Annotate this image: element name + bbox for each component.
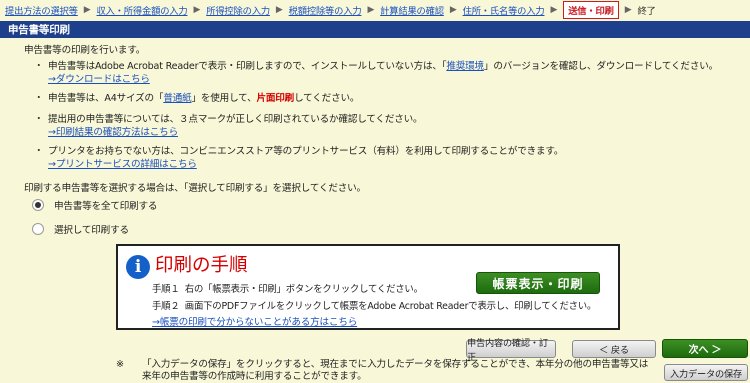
step-label: 手順２ (152, 301, 180, 312)
save-footnote: ※ 「入力データの保存」をクリックすると、現在までに入力したデータを保存すること… (116, 359, 656, 383)
breadcrumb-link-income-deduction[interactable]: 所得控除の入力 (206, 3, 270, 17)
radio-button-checked[interactable] (32, 199, 44, 211)
download-link[interactable]: →ダウンロードはこちら (48, 74, 150, 85)
breadcrumb-separator: ▶ (550, 5, 558, 15)
breadcrumb-separator: ▶ (449, 5, 457, 15)
print-check-link[interactable]: →印刷結果の確認方法はこちら (48, 127, 178, 138)
breadcrumb-separator: ▶ (624, 5, 632, 15)
breadcrumb-separator: ▶ (275, 5, 283, 15)
radio-label[interactable]: 選択して印刷する (54, 222, 129, 236)
bullet-text: 申告書等はAdobe Acrobat Readerで表示・印刷しますので、インス… (48, 61, 447, 72)
bullet-text: 申告書等は、A4サイズの「 (48, 93, 164, 104)
step-text: 右の「帳票表示・印刷」ボタンをクリックしてください。 (184, 284, 423, 295)
print-procedure-panel: i 印刷の手順 手順１ 右の「帳票表示・印刷」ボタンをクリックしてください。 手… (116, 244, 620, 330)
plain-paper-link[interactable]: 普通紙 (163, 93, 191, 104)
confirm-correct-button[interactable]: 申告内容の確認・訂正 (466, 338, 556, 363)
breadcrumb-separator: ▶ (83, 5, 91, 15)
page-title: 申告書等印刷 (0, 21, 750, 38)
bullet-dot: ・ (34, 61, 44, 72)
list-item: ・ 提出用の申告書等については、３点マークが正しく印刷されているか確認してくださ… (34, 113, 740, 139)
back-button[interactable]: ＜ 戻る (572, 340, 656, 358)
single-sided-print-emphasis: 片面印刷 (256, 93, 295, 104)
bullet-text: 」のバージョンを確認し、ダウンロードしてください。 (483, 61, 718, 72)
procedure-title: 印刷の手順 (155, 255, 248, 276)
print-service-link[interactable]: →プリントサービスの詳細はこちら (48, 159, 197, 170)
step-text: 画面下のPDFファイルをクリックして帳票をAdobe Acrobat Reade… (184, 301, 597, 312)
breadcrumb-link-submission-method[interactable]: 提出方法の選択等 (5, 3, 78, 17)
footnote-text: 「入力データの保存」をクリックすると、現在までに入力したデータを保存することがで… (142, 359, 649, 382)
bullet-dot: ・ (34, 114, 44, 125)
list-item: ・ 申告書等はAdobe Acrobat Readerで表示・印刷しますので、イ… (34, 60, 740, 86)
info-icon: i (126, 255, 150, 279)
note-mark: ※ (116, 359, 124, 370)
radio-button[interactable] (32, 223, 44, 235)
breadcrumb-link-income[interactable]: 収入・所得金額の入力 (97, 3, 188, 17)
radio-label[interactable]: 申告書等を全て印刷する (54, 198, 158, 212)
breadcrumb-link-tax-credit[interactable]: 税額控除等の入力 (289, 3, 362, 17)
select-note: 印刷する申告書等を選択する場合は、「選択して印刷する」を選択してください。 (24, 183, 366, 194)
breadcrumb-separator: ▶ (367, 5, 375, 15)
bullet-text: 提出用の申告書等については、３点マークが正しく印刷されているか確認してください。 (48, 114, 423, 125)
list-item: ・ プリンタをお持ちでない方は、コンビニエンスストア等のプリントサービス（有料）… (34, 145, 740, 171)
list-item: ・ 申告書等は、A4サイズの「普通紙」を使用して、片面印刷してください。 (34, 92, 740, 105)
intro-text: 申告書等の印刷を行います。 (24, 45, 146, 56)
procedure-step-1: 手順１ 右の「帳票表示・印刷」ボタンをクリックしてください。 (152, 281, 423, 295)
breadcrumb-separator: ▶ (193, 5, 201, 15)
next-button[interactable]: 次へ ＞ (662, 339, 748, 358)
breadcrumb-link-address-name[interactable]: 住所・氏名等の入力 (463, 3, 545, 17)
instruction-list: ・ 申告書等はAdobe Acrobat Readerで表示・印刷しますので、イ… (34, 60, 740, 177)
breadcrumb-end-step: 終了 (637, 6, 656, 17)
procedure-step-2: 手順２ 画面下のPDFファイルをクリックして帳票をAdobe Acrobat R… (152, 298, 596, 312)
breadcrumb: 提出方法の選択等 ▶ 収入・所得金額の入力 ▶ 所得控除の入力 ▶ 税額控除等の… (0, 0, 750, 20)
breadcrumb-current-step: 送信・印刷 (563, 1, 619, 19)
form-display-print-button[interactable]: 帳票表示・印刷 (476, 272, 600, 294)
breadcrumb-link-result-check[interactable]: 計算結果の確認 (380, 3, 444, 17)
bullet-text: 」を使用して、 (191, 93, 257, 104)
recommended-env-link[interactable]: 推奨環境 (446, 61, 484, 72)
radio-print-all[interactable]: 申告書等を全て印刷する (32, 198, 158, 212)
bullet-dot: ・ (34, 146, 44, 157)
radio-select-print[interactable]: 選択して印刷する (32, 222, 129, 236)
bullet-text: プリンタをお持ちでない方は、コンビニエンスストア等のプリントサービス（有料）を利… (48, 146, 564, 157)
print-help-link[interactable]: →帳票の印刷で分からないことがある方はこちら (152, 314, 357, 328)
step-label: 手順１ (152, 284, 180, 295)
bullet-dot: ・ (34, 93, 44, 104)
save-input-data-button[interactable]: 入力データの保存 (664, 364, 748, 381)
bullet-text: してください。 (294, 93, 360, 104)
